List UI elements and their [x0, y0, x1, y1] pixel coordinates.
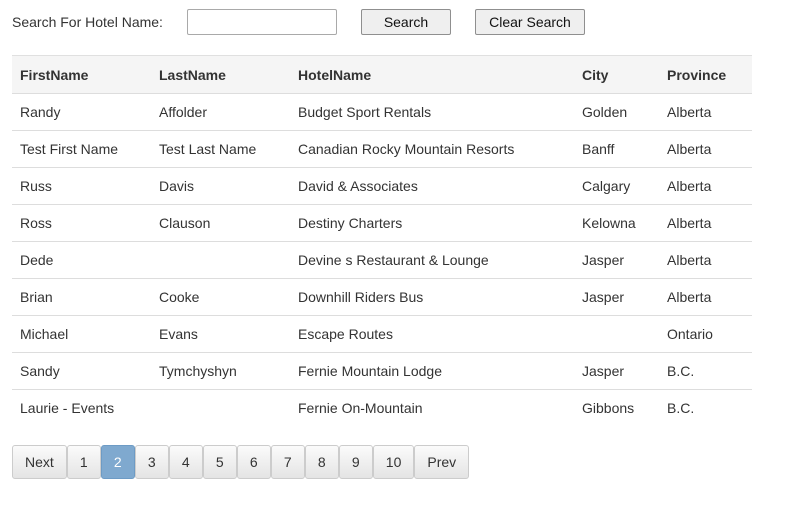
cell-province: Alberta	[659, 278, 752, 316]
cell-lastname: Davis	[151, 167, 290, 205]
cell-hotelname: Escape Routes	[290, 315, 574, 353]
column-header-firstname[interactable]: FirstName	[12, 55, 151, 94]
column-header-city[interactable]: City	[574, 55, 659, 94]
cell-lastname: Clauson	[151, 204, 290, 242]
cell-hotelname: Fernie Mountain Lodge	[290, 352, 574, 390]
page-button-10[interactable]: 10	[372, 445, 415, 479]
cell-hotelname: Devine s Restaurant & Lounge	[290, 241, 574, 279]
page-button-6[interactable]: 6	[236, 445, 271, 479]
cell-lastname	[151, 390, 290, 427]
cell-lastname: Cooke	[151, 278, 290, 316]
pagination: Next 1 2 3 4 5 6 7 8 9 10 Prev	[12, 445, 470, 479]
cell-firstname: Dede	[12, 241, 151, 279]
cell-firstname: Ross	[12, 204, 151, 242]
cell-province: Alberta	[659, 241, 752, 279]
cell-lastname: Tymchyshyn	[151, 352, 290, 390]
search-label: Search For Hotel Name:	[12, 14, 163, 30]
cell-firstname: Sandy	[12, 352, 151, 390]
column-header-lastname[interactable]: LastName	[151, 55, 290, 94]
cell-lastname: Affolder	[151, 93, 290, 131]
table-row[interactable]: Ross Clauson Destiny Charters Kelowna Albert…	[12, 204, 752, 242]
cell-city	[574, 315, 659, 353]
next-page-button[interactable]: Next	[12, 445, 67, 479]
cell-province: Alberta	[659, 130, 752, 168]
page-button-7[interactable]: 7	[270, 445, 305, 479]
cell-firstname: Laurie - Events	[20, 400, 115, 416]
prev-page-button[interactable]: Prev	[414, 445, 470, 479]
table-row[interactable]: Dede Devine s Restaurant & Lounge Jasper Al…	[12, 241, 752, 279]
page-button-2[interactable]: 2	[100, 445, 135, 479]
hotel-name-search-input[interactable]	[187, 9, 337, 35]
page-button-1[interactable]: 1	[66, 445, 101, 479]
cell-province: B.C.	[659, 352, 752, 390]
page-button-8[interactable]: 8	[304, 445, 339, 479]
cell-firstname: Brian	[12, 278, 151, 316]
cell-province: Alberta	[659, 167, 752, 205]
page-button-3[interactable]: 3	[134, 445, 169, 479]
search-bar: Search For Hotel Name: Search Clear Sear…	[12, 8, 585, 36]
table-header-row: FirstName LastName HotelName City Provin…	[12, 55, 752, 94]
cell-firstname: Randy	[12, 93, 151, 131]
cell-hotelname: David & Associates	[290, 167, 574, 205]
cell-hotelname: Destiny Charters	[290, 204, 574, 242]
page-button-9[interactable]: 9	[338, 445, 373, 479]
table-row[interactable]: Brian Cooke Downhill Riders Bus Jasper Alber…	[12, 278, 752, 316]
cell-hotelname: Budget Sport Rentals	[290, 93, 574, 131]
cell-hotelname: Canadian Rocky Mountain Resorts	[290, 130, 574, 168]
cell-hotelname: Downhill Riders Bus	[290, 278, 574, 316]
table-row[interactable]: Randy Affolder Budget Sport Rentals Golden A…	[12, 93, 752, 131]
cell-province: Alberta	[659, 204, 752, 242]
table-row[interactable]: Michael Evans Escape Routes Ontario	[12, 315, 752, 353]
cell-province: B.C.	[667, 400, 695, 416]
page-button-5[interactable]: 5	[202, 445, 237, 479]
cell-city: Calgary	[574, 167, 659, 205]
table-row[interactable]: Test First Name Test Last Name Canadian Ro…	[12, 130, 752, 168]
cell-firstname: Russ	[12, 167, 151, 205]
cell-province: Alberta	[659, 93, 752, 131]
cell-hotelname: Fernie On-Mountain	[298, 400, 423, 416]
cell-city: Jasper	[574, 241, 659, 279]
cell-city: Jasper	[574, 278, 659, 316]
column-header-hotelname[interactable]: HotelName	[290, 55, 574, 94]
cell-city: Banff	[574, 130, 659, 168]
cell-lastname	[151, 241, 290, 279]
table-row[interactable]: Sandy Tymchyshyn Fernie Mountain Lodge Jasp…	[12, 352, 752, 390]
search-button[interactable]: Search	[361, 9, 451, 35]
clear-search-button[interactable]: Clear Search	[475, 9, 585, 35]
table-row[interactable]: Laurie - Events Fernie On-Mountain Gibbons…	[12, 390, 752, 427]
cell-city: Kelowna	[574, 204, 659, 242]
cell-firstname: Test First Name	[12, 130, 151, 168]
cell-lastname: Evans	[151, 315, 290, 353]
hotel-table: FirstName LastName HotelName City Provin…	[12, 55, 752, 426]
cell-city: Jasper	[574, 352, 659, 390]
cell-lastname: Test Last Name	[151, 130, 290, 168]
cell-city: Golden	[574, 93, 659, 131]
cell-city: Gibbons	[582, 400, 635, 416]
cell-firstname: Michael	[12, 315, 151, 353]
table-row[interactable]: Russ Davis David & Associates Calgary Albert…	[12, 167, 752, 205]
cell-province: Ontario	[659, 315, 752, 353]
page-button-4[interactable]: 4	[168, 445, 203, 479]
column-header-province[interactable]: Province	[659, 55, 752, 94]
